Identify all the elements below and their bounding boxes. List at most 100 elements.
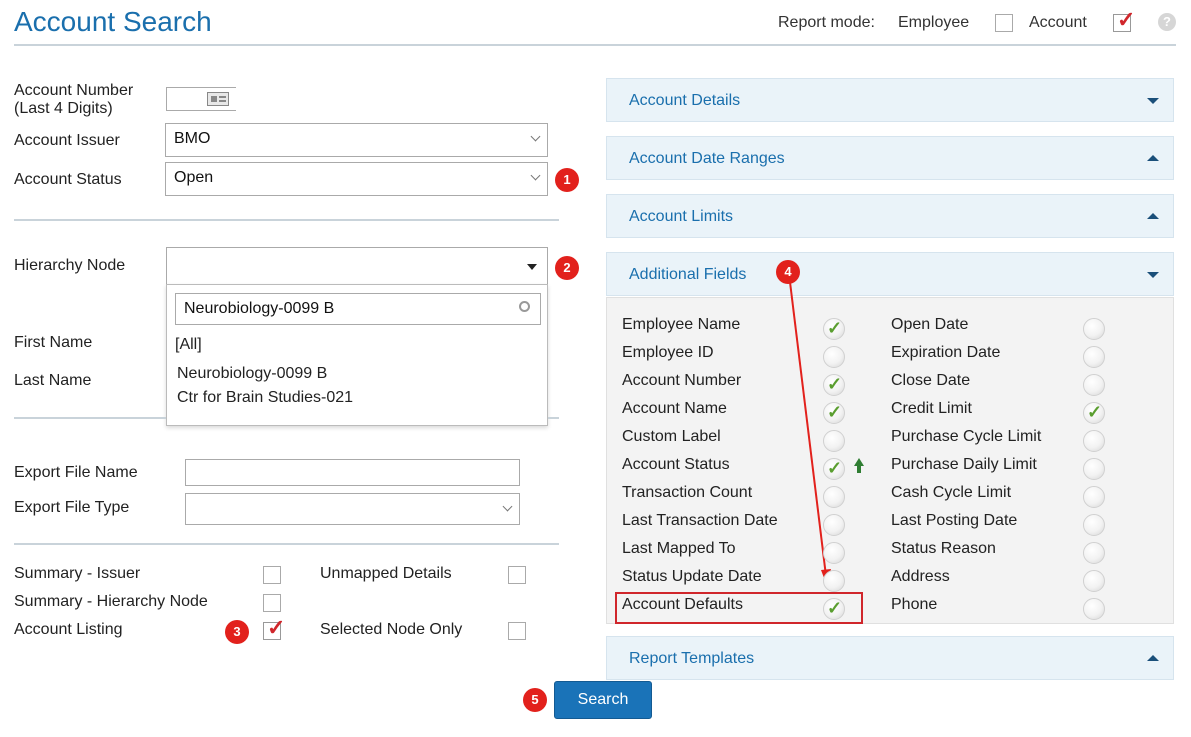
- account-number-label-line2: (Last 4 Digits): [14, 100, 113, 117]
- field-toggle[interactable]: [1083, 374, 1105, 396]
- account-number-input[interactable]: [166, 87, 236, 111]
- summary-hierarchy-checkbox[interactable]: [263, 594, 281, 612]
- field-label: Account Name: [622, 400, 727, 417]
- field-toggle[interactable]: ✓: [823, 374, 845, 396]
- field-toggle[interactable]: [823, 542, 845, 564]
- panel-title: Account Limits: [629, 208, 734, 225]
- field-label: Account Number: [622, 372, 742, 389]
- field-toggle[interactable]: [823, 514, 845, 536]
- field-toggle[interactable]: [823, 570, 845, 592]
- field-toggle[interactable]: ✓: [823, 318, 845, 340]
- account-number-label: Account Number (Last 4 Digits): [14, 82, 133, 118]
- step-badge-3: 3: [225, 620, 249, 644]
- field-toggle[interactable]: [823, 346, 845, 368]
- step-badge-5: 5: [523, 688, 547, 712]
- field-toggle[interactable]: [1083, 430, 1105, 452]
- help-icon[interactable]: ?: [1158, 13, 1176, 31]
- hierarchy-search-input[interactable]: Neurobiology-0099 B: [175, 293, 541, 325]
- field-toggle[interactable]: [1083, 318, 1105, 340]
- hierarchy-node-label: Hierarchy Node: [14, 257, 126, 274]
- panel-account-date-ranges[interactable]: Account Date Ranges: [606, 136, 1174, 180]
- checkmark-icon: ✓: [1117, 7, 1136, 32]
- field-toggle[interactable]: [1083, 346, 1105, 368]
- field-label: Purchase Cycle Limit: [891, 428, 1042, 445]
- field-toggle[interactable]: ✓: [1083, 402, 1105, 424]
- panel-title: Report Templates: [629, 650, 755, 667]
- field-label: Open Date: [891, 316, 969, 333]
- panel-report-templates[interactable]: Report Templates: [606, 636, 1174, 680]
- field-label: Expiration Date: [891, 344, 1001, 361]
- section-divider: [548, 417, 559, 419]
- step-badge-2: 2: [555, 256, 579, 280]
- hierarchy-search-value: Neurobiology-0099 B: [184, 300, 335, 317]
- field-toggle[interactable]: ✓: [823, 402, 845, 424]
- search-icon: [519, 301, 530, 312]
- section-divider: [14, 219, 559, 221]
- first-name-label: First Name: [14, 334, 93, 351]
- field-label: Account Defaults: [622, 596, 743, 613]
- field-label: Cash Cycle Limit: [891, 484, 1012, 501]
- account-listing-label: Account Listing: [14, 621, 123, 638]
- selected-node-only-label: Selected Node Only: [320, 621, 463, 638]
- caret-up-icon: [1147, 155, 1159, 161]
- checkmark-icon: ✓: [827, 402, 843, 422]
- field-toggle[interactable]: [1083, 542, 1105, 564]
- field-label: Last Transaction Date: [622, 512, 778, 529]
- export-file-name-input[interactable]: [185, 459, 520, 486]
- field-label: Employee ID: [622, 344, 714, 361]
- panel-account-limits[interactable]: Account Limits: [606, 194, 1174, 238]
- field-toggle[interactable]: ✓: [823, 458, 845, 480]
- step-badge-1: 1: [555, 168, 579, 192]
- field-toggle[interactable]: [1083, 514, 1105, 536]
- field-label: Purchase Daily Limit: [891, 456, 1037, 473]
- panel-title: Additional Fields: [629, 266, 747, 283]
- account-status-select[interactable]: Open: [165, 162, 548, 196]
- report-mode-account-checkbox[interactable]: ✓: [1113, 9, 1135, 32]
- export-file-type-select[interactable]: [185, 493, 520, 525]
- report-mode-employee-checkbox[interactable]: [995, 14, 1013, 32]
- hierarchy-option-all[interactable]: [All]: [175, 336, 202, 354]
- checkmark-icon: ✓: [827, 374, 843, 394]
- field-toggle[interactable]: [1083, 486, 1105, 508]
- field-toggle[interactable]: ✓: [823, 598, 845, 620]
- annotation-arrow-line: [789, 281, 827, 577]
- hierarchy-dropdown: Neurobiology-0099 B [All] Neurobiology-0…: [166, 284, 548, 426]
- report-mode-employee-label: Employee: [898, 14, 970, 31]
- field-toggle[interactable]: [823, 486, 845, 508]
- checkmark-icon: ✓: [1087, 402, 1103, 422]
- panel-additional-fields[interactable]: Additional Fields: [606, 252, 1174, 296]
- export-file-name-label: Export File Name: [14, 464, 138, 481]
- report-mode-label: Report mode:: [778, 14, 875, 31]
- field-label: Last Mapped To: [622, 540, 736, 557]
- field-label: Transaction Count: [622, 484, 753, 501]
- field-label: Last Posting Date: [891, 512, 1018, 529]
- field-toggle[interactable]: [1083, 598, 1105, 620]
- id-card-icon: [207, 92, 229, 106]
- checkmark-icon: ✓: [827, 598, 843, 618]
- hierarchy-option[interactable]: Neurobiology-0099 B: [177, 365, 327, 383]
- unmapped-details-label: Unmapped Details: [320, 565, 452, 582]
- checkmark-icon: ✓: [827, 458, 843, 478]
- summary-issuer-label: Summary - Issuer: [14, 565, 141, 582]
- section-divider: [14, 543, 559, 545]
- account-issuer-select[interactable]: BMO: [165, 123, 548, 157]
- page-title: Account Search: [14, 6, 212, 37]
- caret-up-icon: [1147, 213, 1159, 219]
- summary-issuer-checkbox[interactable]: [263, 566, 281, 584]
- field-label: Custom Label: [622, 428, 721, 445]
- field-toggle[interactable]: [1083, 458, 1105, 480]
- panel-account-details[interactable]: Account Details: [606, 78, 1174, 122]
- panel-title: Account Details: [629, 92, 741, 109]
- hierarchy-node-select[interactable]: [166, 247, 548, 285]
- chevron-down-icon: [530, 131, 541, 142]
- caret-up-icon: [1147, 655, 1159, 661]
- unmapped-details-checkbox[interactable]: [508, 566, 526, 584]
- hierarchy-option[interactable]: Ctr for Brain Studies-021: [177, 389, 353, 407]
- account-listing-checkbox[interactable]: ✓: [263, 617, 285, 640]
- field-toggle[interactable]: [823, 430, 845, 452]
- account-issuer-value: BMO: [174, 130, 211, 147]
- search-button[interactable]: Search: [554, 681, 652, 719]
- last-name-label: Last Name: [14, 372, 92, 389]
- field-toggle[interactable]: [1083, 570, 1105, 592]
- selected-node-only-checkbox[interactable]: [508, 622, 526, 640]
